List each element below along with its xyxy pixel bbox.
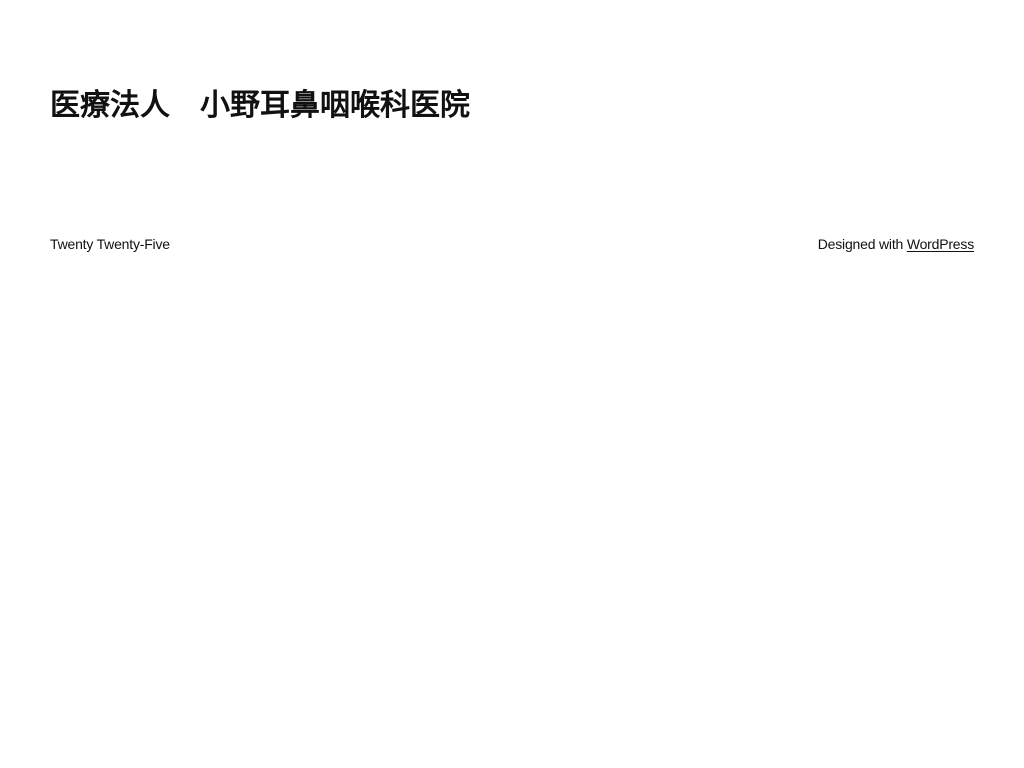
credit-prefix: Designed with [817, 236, 904, 252]
theme-name: Twenty Twenty-Five [50, 236, 170, 252]
footer: Twenty Twenty-Five Designed with WordPre… [50, 234, 974, 254]
footer-credit: Designed with WordPress [818, 236, 974, 252]
page: 医療法人 小野耳鼻咽喉科医院 Twenty Twenty-Five Design… [0, 0, 1024, 768]
wordpress-link[interactable]: WordPress [907, 236, 974, 252]
site-title[interactable]: 医療法人 小野耳鼻咽喉科医院 [50, 86, 470, 126]
